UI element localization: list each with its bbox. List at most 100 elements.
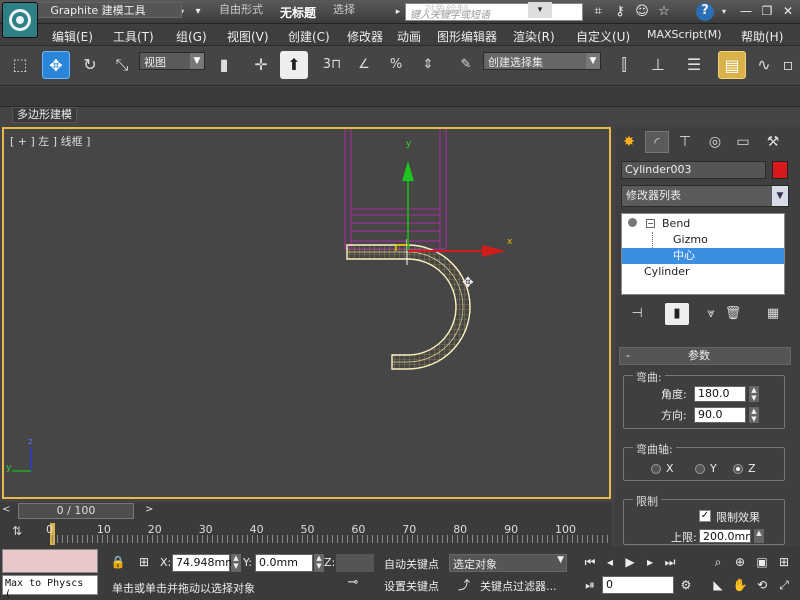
favorites-icon[interactable]: ☆ bbox=[656, 4, 672, 20]
menu-create[interactable]: 创建(C) bbox=[288, 28, 330, 45]
tab-polygon-modeling[interactable]: 多边形建模 bbox=[12, 107, 77, 123]
schematic-view-icon[interactable]: ▫ bbox=[778, 51, 798, 79]
display-tab-icon[interactable]: ▭ bbox=[731, 131, 755, 153]
menu-tools[interactable]: 工具(T) bbox=[113, 28, 154, 45]
configure-sets-icon[interactable]: ▦ bbox=[761, 303, 785, 325]
zoom-extents-all-icon[interactable]: ⊞ bbox=[774, 553, 794, 571]
track-bar[interactable]: ⇅ 0 10 20 30 40 50 60 70 80 90 100 bbox=[0, 520, 612, 546]
snap-toggle-button[interactable]: 3⊓ bbox=[318, 51, 346, 79]
prev-frame-icon[interactable]: < bbox=[2, 504, 10, 515]
maxscript-mini-listener[interactable]: Max to Physcs ( bbox=[2, 575, 98, 600]
modifier-list-dropdown[interactable]: 修改器列表 ▼ bbox=[621, 185, 789, 207]
edit-named-selection-icon[interactable]: ✎ bbox=[452, 51, 480, 79]
menu-graph-editors[interactable]: 图形编辑器 bbox=[437, 28, 497, 45]
pan-icon[interactable]: ✋ bbox=[730, 576, 750, 594]
key-filter-icon[interactable]: ⤴ bbox=[454, 576, 474, 594]
account-icon[interactable]: ☺ bbox=[634, 4, 650, 20]
x-coord-spinner[interactable]: ▲ ▼ bbox=[231, 554, 241, 572]
percent-snap-icon[interactable]: % bbox=[382, 51, 410, 79]
set-key-button[interactable]: 设置关键点 bbox=[384, 578, 439, 594]
zoom-icon[interactable]: ⌕ bbox=[708, 553, 728, 571]
selected-object-dropdown[interactable]: 选定对象 ▼ bbox=[449, 554, 567, 572]
goto-end-icon[interactable]: ⏭ bbox=[660, 553, 680, 571]
pin-stack-icon[interactable]: ⊣ bbox=[625, 303, 649, 325]
create-tab-icon[interactable]: ✸ bbox=[617, 131, 641, 153]
goto-start-icon[interactable]: ⏮ bbox=[580, 553, 600, 571]
stack-item-center[interactable]: 中心 bbox=[622, 248, 784, 264]
tab-freeform[interactable]: 自由形式 bbox=[196, 2, 286, 18]
absolute-mode-icon[interactable]: ⊞ bbox=[134, 553, 154, 571]
key-mode-toggle-icon[interactable]: ⏯ bbox=[580, 576, 600, 594]
remove-modifier-icon[interactable]: 🗑 bbox=[721, 303, 745, 325]
key-mode-icon[interactable]: ⊸ bbox=[336, 575, 370, 595]
ribbon-options-button[interactable]: ▾ bbox=[528, 2, 552, 18]
curve-editor-icon[interactable]: ∿ bbox=[750, 51, 778, 79]
layer-manager-icon[interactable]: ☰ bbox=[680, 51, 708, 79]
key-filters-button[interactable]: 关键点过滤器... bbox=[480, 578, 557, 594]
stack-item-gizmo[interactable]: Gizmo bbox=[622, 232, 784, 264]
axis-x-radio[interactable] bbox=[651, 464, 661, 474]
menu-rendering[interactable]: 渲染(R) bbox=[513, 28, 555, 45]
menu-view[interactable]: 视图(V) bbox=[227, 28, 269, 45]
menu-help[interactable]: 帮助(H) bbox=[741, 28, 783, 45]
direction-spinner[interactable]: ▲ ▼ bbox=[749, 407, 759, 423]
prev-key-icon[interactable]: ◂ bbox=[600, 553, 620, 571]
limit-effect-checkbox[interactable]: ✓ bbox=[699, 510, 711, 522]
help-button[interactable]: ? bbox=[696, 3, 714, 21]
motion-tab-icon[interactable]: ◎ bbox=[703, 131, 727, 153]
parameters-rollout-header[interactable]: - 参数 bbox=[619, 347, 791, 365]
hierarchy-tab-icon[interactable]: ⊤ bbox=[673, 131, 697, 153]
tab-selection[interactable]: 选择 bbox=[318, 2, 370, 18]
time-slider-thumb[interactable]: 0 / 100 bbox=[18, 503, 134, 519]
menu-maxscript[interactable]: MAXScript(M) bbox=[647, 28, 722, 41]
autokey-button[interactable]: 自动关键点 bbox=[384, 556, 439, 572]
select-rotate-icon[interactable]: ↻ bbox=[76, 51, 104, 79]
zoom-all-icon[interactable]: ⊕ bbox=[730, 553, 750, 571]
object-color-swatch[interactable] bbox=[772, 161, 788, 179]
help-dropdown-icon[interactable]: ▾ bbox=[716, 4, 732, 20]
select-move-button[interactable]: ✥ bbox=[42, 51, 70, 79]
tab-object-paint[interactable]: 对象绘制 bbox=[404, 2, 488, 18]
next-frame-icon[interactable]: > bbox=[145, 504, 153, 515]
modify-tab-icon[interactable]: ◜ bbox=[645, 131, 669, 153]
upper-limit-spinner[interactable]: ▲ bbox=[754, 529, 764, 543]
angle-input[interactable]: 180.0 bbox=[694, 386, 746, 402]
select-region-icon[interactable]: ⬚ bbox=[6, 51, 34, 79]
tab-graphite-modeling[interactable]: Graphite 建模工具 bbox=[14, 2, 182, 18]
y-coord-spinner[interactable]: ▲ ▼ bbox=[314, 554, 324, 572]
angle-snap-icon[interactable]: ∠ bbox=[350, 51, 378, 79]
object-name-field[interactable]: Cylinder003 bbox=[621, 161, 766, 179]
viewport-left[interactable]: [ + ] 左 ] 线框 ] ✥ y x z y bbox=[2, 127, 611, 499]
collapse-icon[interactable]: − bbox=[646, 219, 655, 228]
utilities-tab-icon[interactable]: ⚒ bbox=[761, 131, 785, 153]
angle-spinner[interactable]: ▲ ▼ bbox=[749, 386, 759, 402]
axis-y-radio[interactable] bbox=[695, 464, 705, 474]
x-coord-input[interactable]: 74.948mm bbox=[172, 554, 236, 572]
axis-z-radio[interactable] bbox=[733, 464, 743, 474]
mirror-icon[interactable]: ⫿ bbox=[610, 51, 638, 79]
manipulate-icon[interactable]: ✛ bbox=[247, 51, 275, 79]
minimize-icon[interactable]: — bbox=[735, 3, 757, 19]
current-frame-input[interactable]: 0 bbox=[602, 576, 674, 594]
graphite-toggle-button[interactable]: ▤ bbox=[718, 51, 746, 79]
keyboard-shortcut-override-icon[interactable]: ⬆ bbox=[280, 51, 308, 79]
next-key-icon[interactable]: ▸ bbox=[640, 553, 660, 571]
make-unique-icon[interactable]: ⩔ bbox=[699, 303, 723, 325]
lock-selection-icon[interactable]: 🔒 bbox=[108, 553, 128, 571]
menu-customize[interactable]: 自定义(U) bbox=[576, 28, 630, 45]
y-coord-input[interactable]: 0.0mm bbox=[255, 554, 313, 572]
time-config-icon[interactable]: ⚙ bbox=[676, 576, 696, 594]
play-icon[interactable]: ▶ bbox=[620, 553, 640, 571]
menu-animation[interactable]: 动画 bbox=[397, 28, 421, 45]
stack-item-bend[interactable]: − Bend bbox=[622, 216, 784, 232]
z-coord-input[interactable] bbox=[336, 554, 374, 572]
menu-edit[interactable]: 编辑(E) bbox=[52, 28, 93, 45]
spinner-snap-icon[interactable]: ⇕ bbox=[414, 51, 442, 79]
stack-item-cylinder[interactable]: Cylinder bbox=[622, 264, 784, 280]
maxscript-listener-output[interactable] bbox=[2, 549, 98, 573]
close-icon[interactable]: ✕ bbox=[777, 3, 799, 19]
direction-input[interactable]: 90.0 bbox=[694, 407, 746, 423]
pivot-center-icon[interactable]: ▮ bbox=[210, 51, 238, 79]
menu-group[interactable]: 组(G) bbox=[176, 28, 207, 45]
key-icon[interactable]: ⚷ bbox=[612, 4, 628, 20]
